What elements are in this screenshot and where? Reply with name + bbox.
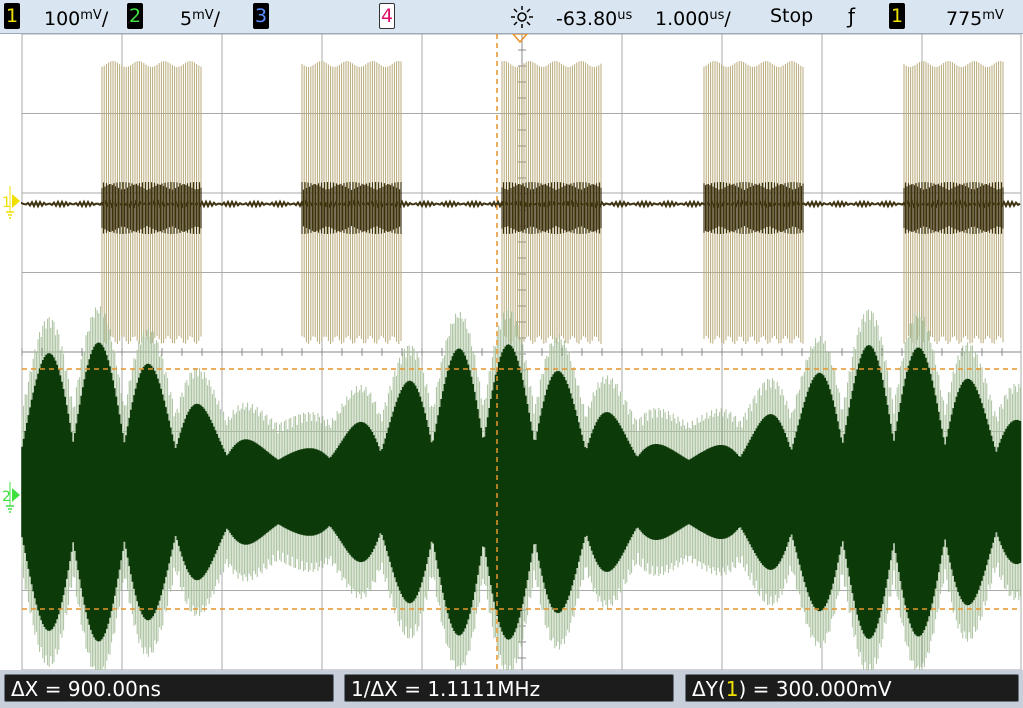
status-bar: 1 100mV/ 2 5mV/ 3 4 -63.80us 1.000us/ St… [0, 0, 1023, 34]
unit-mv: mV [982, 8, 1004, 23]
time-offset[interactable]: -63.80us [556, 4, 632, 31]
channel-2-ground-marker: 2 [2, 482, 20, 513]
measurement-bar: ΔX = 900.00ns 1/ΔX = 1.1111MHz ΔY(1) = 3… [0, 670, 1023, 708]
delta-y-suffix: ) = 300.000mV [738, 677, 892, 701]
timebase[interactable]: 1.000us/ [655, 4, 731, 31]
channel-1-burst-core [101, 182, 202, 234]
unit-mv-per-div: mV [192, 8, 214, 23]
trigger-position-icon [511, 33, 529, 44]
trigger-source[interactable]: 1 [889, 3, 905, 29]
channel-1-ground-icon [6, 211, 14, 219]
time-offset-value: -63.80 [556, 8, 618, 30]
waveform-display[interactable]: 1 2 [0, 33, 1023, 678]
delta-y-readout[interactable]: ΔY(1) = 300.000mV [685, 674, 1019, 702]
run-state[interactable]: Stop [770, 4, 813, 28]
channel-1-burst-core [703, 182, 804, 234]
channel-2-arrow-icon [12, 488, 20, 502]
unit-us: us [617, 8, 633, 23]
channel-2-envelope [21, 342, 1022, 642]
channel-1-button[interactable]: 1 [4, 3, 20, 29]
unit-us-per-div: us [709, 8, 725, 23]
channel-1-ground-marker: 1 [2, 186, 20, 219]
channel-1-trace [21, 61, 1021, 344]
scope-graticule: 1 2 [2, 33, 1022, 678]
trigger-level-value: 775 [946, 8, 983, 30]
channel-2-ground-icon [6, 505, 14, 513]
delta-x-readout[interactable]: ΔX = 900.00ns [4, 674, 334, 702]
channel-3-button[interactable]: 3 [253, 3, 269, 29]
trigger-slope-icon[interactable]: ƒ [848, 4, 855, 28]
channel-1-scale[interactable]: 100mV/ [44, 4, 108, 31]
unit-mv-per-div: mV [80, 8, 102, 23]
sun-trigger-icon[interactable] [510, 5, 534, 29]
channel-1-arrow-icon [12, 194, 20, 208]
inverse-delta-x-readout[interactable]: 1/ΔX = 1.1111MHz [344, 674, 674, 702]
channel-1-burst-core [903, 182, 1004, 234]
channel-2-trace [21, 306, 1022, 678]
channel-1-scale-value: 100 [44, 8, 81, 30]
channel-2-scale[interactable]: 5mV/ [180, 4, 220, 31]
delta-y-prefix: ΔY( [692, 677, 726, 701]
channel-1-burst-core [301, 182, 402, 234]
channel-2-scale-value: 5 [180, 8, 193, 30]
channel-1-burst-core [501, 182, 602, 234]
timebase-value: 1.000 [655, 8, 710, 30]
channel-4-button[interactable]: 4 [379, 3, 395, 29]
channel-2-button[interactable]: 2 [127, 3, 143, 29]
delta-y-channel: 1 [725, 677, 739, 701]
trigger-level[interactable]: 775mV [946, 4, 1004, 31]
